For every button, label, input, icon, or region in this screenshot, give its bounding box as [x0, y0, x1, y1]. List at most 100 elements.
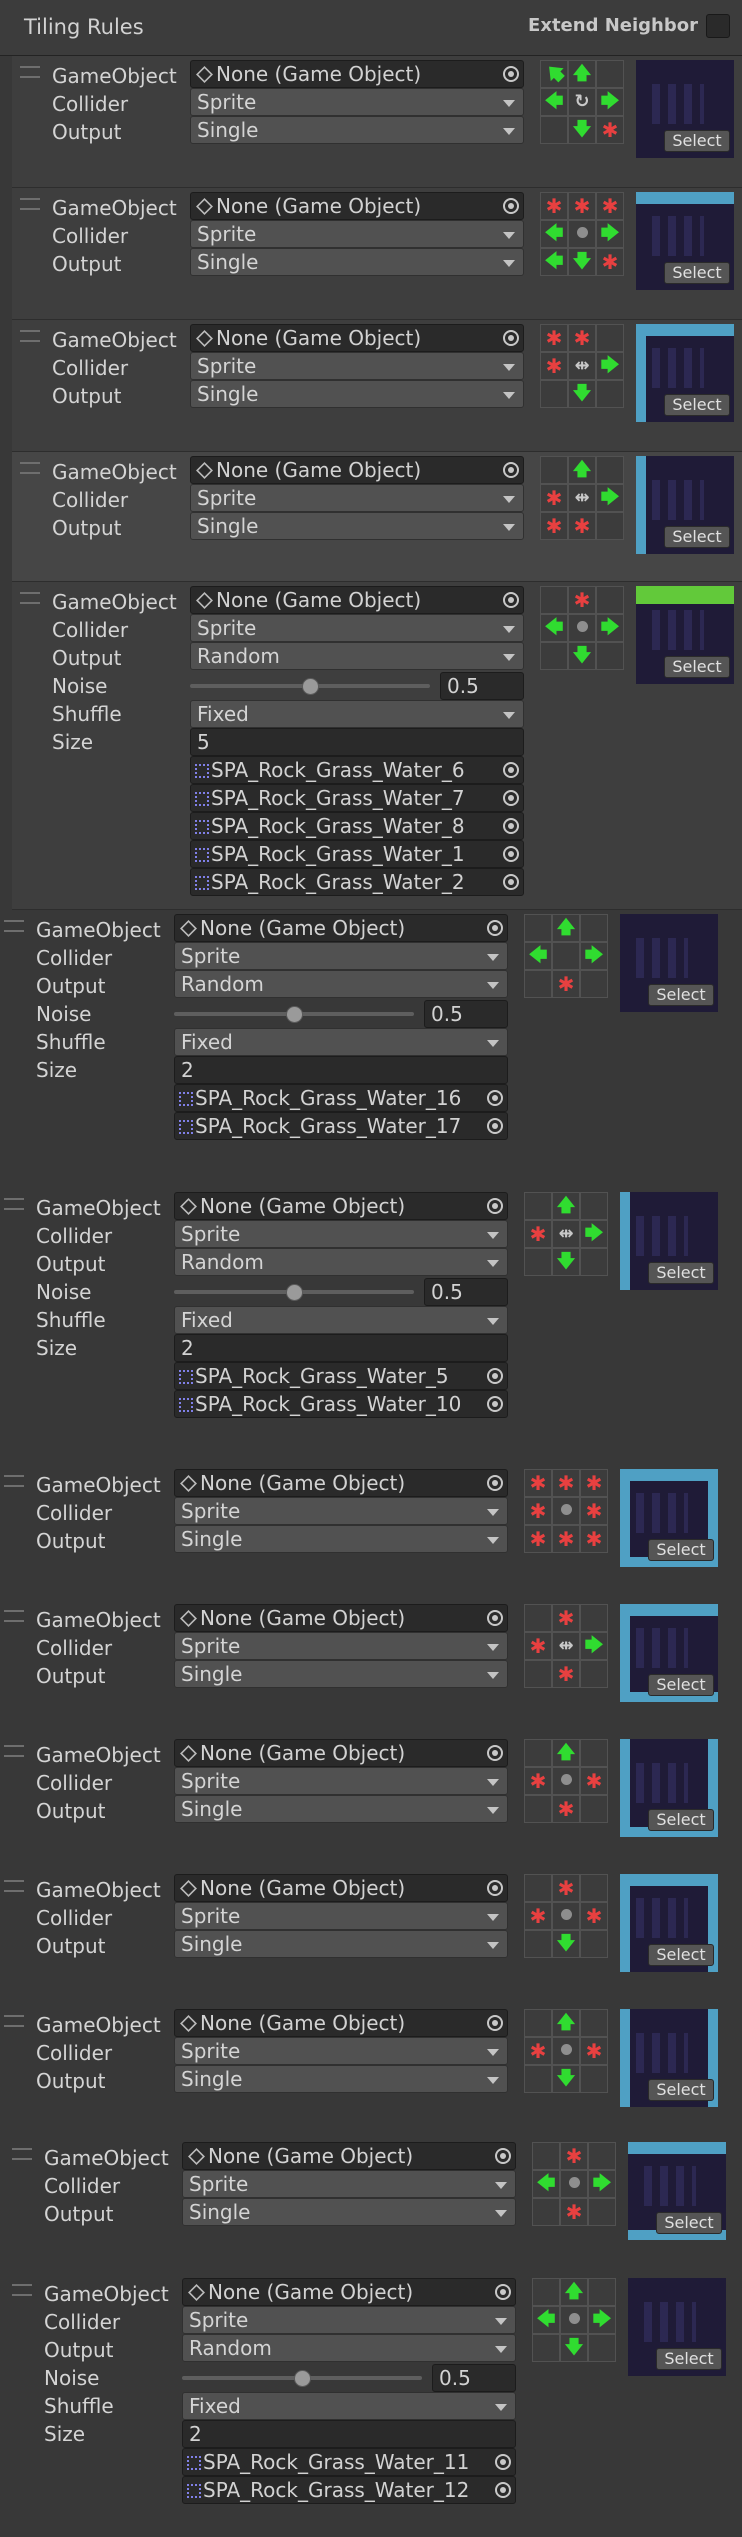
neighbor-grid[interactable]: 🡅 ✱ ⇹ 🡆 ✱ ✱ [540, 456, 624, 540]
rule-drag-handle[interactable] [4, 920, 24, 932]
neighbor-grid[interactable]: 🡅 🡄 🡆 🡇 [532, 2278, 616, 2362]
object-picker-icon[interactable] [487, 1745, 503, 1761]
neighbor-cell[interactable]: 🡆 [588, 2306, 616, 2334]
object-picker-icon[interactable] [487, 1198, 503, 1214]
collider-dropdown[interactable]: Sprite [174, 1220, 508, 1248]
neighbor-cell[interactable]: 🡄 [524, 942, 552, 970]
output-dropdown[interactable]: Single [174, 1525, 508, 1553]
neighbor-cell[interactable]: ⇹ [552, 1220, 580, 1248]
select-sprite-button[interactable]: Select [664, 394, 730, 416]
neighbor-cell[interactable] [580, 2009, 608, 2037]
neighbor-cell[interactable]: ✱ [580, 1469, 608, 1497]
neighbor-cell[interactable] [580, 1192, 608, 1220]
neighbor-cell[interactable]: ✱ [540, 484, 568, 512]
neighbor-cell[interactable] [540, 380, 568, 408]
sprite-preview[interactable]: Select [620, 1739, 718, 1837]
neighbor-cell[interactable] [540, 586, 568, 614]
gameobject-field[interactable]: None (Game Object) [174, 1874, 508, 1902]
neighbor-cell[interactable] [552, 1902, 580, 1930]
neighbor-cell[interactable]: ✱ [560, 2142, 588, 2170]
gameobject-field[interactable]: None (Game Object) [174, 2009, 508, 2037]
collider-dropdown[interactable]: Sprite [174, 942, 508, 970]
neighbor-cell[interactable] [580, 970, 608, 998]
noise-value-field[interactable]: 0.5 [432, 2364, 516, 2392]
neighbor-cell[interactable]: 🡆 [580, 1632, 608, 1660]
select-sprite-button[interactable]: Select [656, 2348, 722, 2370]
neighbor-cell[interactable] [580, 1660, 608, 1688]
sprite-preview[interactable]: Select [636, 324, 734, 422]
sprite-field[interactable]: SPA_Rock_Grass_Water_11 [182, 2448, 516, 2476]
neighbor-cell[interactable]: ⇹ [552, 1632, 580, 1660]
collider-dropdown[interactable]: Sprite [190, 614, 524, 642]
neighbor-cell[interactable]: ✱ [552, 1604, 580, 1632]
neighbor-grid[interactable]: 🡅 ✱ ⇹ 🡆 🡇 [524, 1192, 608, 1276]
sprite-field[interactable]: SPA_Rock_Grass_Water_17 [174, 1112, 508, 1140]
object-picker-icon[interactable] [487, 1090, 503, 1106]
output-dropdown[interactable]: Random [174, 970, 508, 998]
neighbor-cell[interactable] [580, 1874, 608, 1902]
neighbor-cell[interactable]: ✱ [580, 1902, 608, 1930]
neighbor-cell[interactable] [524, 970, 552, 998]
sprite-field[interactable]: SPA_Rock_Grass_Water_1 [190, 840, 524, 868]
size-field[interactable]: 2 [182, 2420, 516, 2448]
sprite-preview[interactable]: Select [620, 1192, 718, 1290]
neighbor-cell[interactable] [524, 1739, 552, 1767]
output-dropdown[interactable]: Single [190, 380, 524, 408]
object-picker-icon[interactable] [487, 920, 503, 936]
neighbor-cell[interactable] [568, 614, 596, 642]
neighbor-grid[interactable]: ✱ ✱ ✱ 🡄 🡆 🡄 🡇 ✱ [540, 192, 624, 276]
collider-dropdown[interactable]: Sprite [190, 88, 524, 116]
neighbor-cell[interactable] [532, 2334, 560, 2362]
neighbor-cell[interactable] [588, 2142, 616, 2170]
sprite-preview[interactable]: Select [620, 914, 718, 1012]
neighbor-cell[interactable]: 🡇 [568, 380, 596, 408]
neighbor-cell[interactable]: ✱ [524, 2037, 552, 2065]
rule-drag-handle[interactable] [4, 1745, 24, 1757]
neighbor-cell[interactable] [532, 2278, 560, 2306]
rule-drag-handle[interactable] [20, 198, 40, 210]
output-dropdown[interactable]: Single [174, 1660, 508, 1688]
collider-dropdown[interactable]: Sprite [182, 2306, 516, 2334]
sprite-field[interactable]: SPA_Rock_Grass_Water_12 [182, 2476, 516, 2504]
rule-drag-handle[interactable] [4, 1475, 24, 1487]
neighbor-cell[interactable]: ✱ [568, 324, 596, 352]
neighbor-cell[interactable]: ✱ [552, 970, 580, 998]
neighbor-cell[interactable]: 🡅 [568, 60, 596, 88]
object-picker-icon[interactable] [487, 1610, 503, 1626]
sprite-preview[interactable]: Select [636, 456, 734, 554]
gameobject-field[interactable]: None (Game Object) [174, 1604, 508, 1632]
shuffle-dropdown[interactable]: Fixed [174, 1306, 508, 1334]
object-picker-icon[interactable] [503, 790, 519, 806]
neighbor-cell[interactable] [596, 586, 624, 614]
output-dropdown[interactable]: Single [174, 1795, 508, 1823]
neighbor-cell[interactable]: ⇹ [568, 484, 596, 512]
neighbor-cell[interactable] [524, 2009, 552, 2037]
collider-dropdown[interactable]: Sprite [190, 220, 524, 248]
neighbor-cell[interactable]: 🡇 [552, 1248, 580, 1276]
neighbor-cell[interactable] [596, 324, 624, 352]
select-sprite-button[interactable]: Select [648, 1539, 714, 1561]
gameobject-field[interactable]: None (Game Object) [174, 914, 508, 942]
sprite-preview[interactable]: Select [636, 60, 734, 158]
neighbor-cell[interactable] [560, 2170, 588, 2198]
object-picker-icon[interactable] [487, 1475, 503, 1491]
sprite-field[interactable]: SPA_Rock_Grass_Water_2 [190, 868, 524, 896]
neighbor-cell[interactable]: ✱ [580, 2037, 608, 2065]
gameobject-field[interactable]: None (Game Object) [190, 586, 524, 614]
object-picker-icon[interactable] [503, 330, 519, 346]
noise-value-field[interactable]: 0.5 [440, 672, 524, 700]
neighbor-cell[interactable] [532, 2142, 560, 2170]
neighbor-cell[interactable] [540, 456, 568, 484]
size-field[interactable]: 2 [174, 1056, 508, 1084]
neighbor-cell[interactable]: ✱ [540, 192, 568, 220]
neighbor-cell[interactable] [524, 1192, 552, 1220]
neighbor-cell[interactable]: ✱ [540, 352, 568, 380]
object-picker-icon[interactable] [495, 2482, 511, 2498]
neighbor-cell[interactable]: ✱ [580, 1525, 608, 1553]
object-picker-icon[interactable] [487, 2015, 503, 2031]
select-sprite-button[interactable]: Select [656, 2212, 722, 2234]
neighbor-cell[interactable]: 🡆 [596, 220, 624, 248]
output-dropdown[interactable]: Single [174, 2065, 508, 2093]
size-field[interactable]: 2 [174, 1334, 508, 1362]
gameobject-field[interactable]: None (Game Object) [190, 324, 524, 352]
